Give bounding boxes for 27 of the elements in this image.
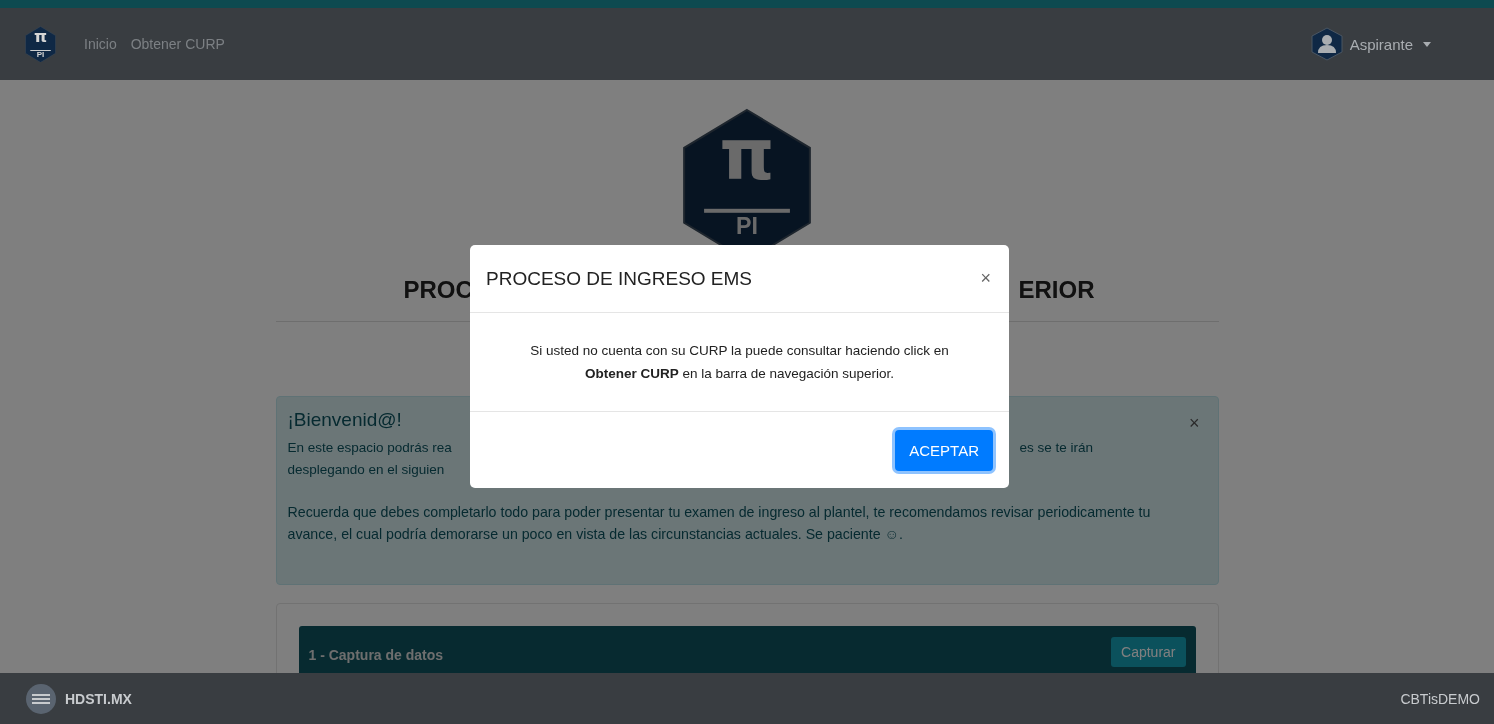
- user-menu[interactable]: Aspirante: [1309, 27, 1431, 61]
- modal-title: PROCESO DE INGRESO EMS: [486, 267, 753, 290]
- footer-brand: HDSTI.MX: [65, 690, 132, 707]
- alert-paragraph: Recuerda que debes completarlo todo para poder presentar tu examen de ingreso al plantel, te recomendamos revisar periodicamente tu avance, el cual podría demorarse un poco en vista de las circunstancias actuales. Se paciente ☺.: [287, 502, 1152, 544]
- logo-label: PI: [36, 51, 45, 59]
- page-heading: ERIOR: [1018, 275, 1095, 304]
- footer-text: CBTisDEMO: [1400, 690, 1480, 707]
- nav-link[interactable]: Inicio: [84, 36, 117, 52]
- close-button[interactable]: ×: [980, 268, 991, 289]
- alert-text: es se te irán: [1019, 438, 1094, 457]
- logo-symbol: π: [33, 28, 48, 46]
- step-title: 1 - Captura de datos: [308, 646, 444, 663]
- user-avatar-icon: [1309, 27, 1344, 61]
- alert-text: En este espacio podrás rea: [287, 438, 452, 457]
- logo-icon: [25, 25, 56, 63]
- logo-icon: [25, 682, 57, 715]
- caret-icon: [1423, 41, 1431, 47]
- logo-label: PI: [736, 214, 758, 238]
- close-button[interactable]: ×: [1189, 412, 1200, 434]
- logo-symbol: π: [719, 120, 775, 190]
- page-heading: PROC: [403, 275, 473, 304]
- accept-button[interactable]: ACEPTAR: [895, 429, 993, 471]
- modal-message: Si usted no cuenta con su CURP la puede consultar haciendo click en Obtener CURP en la barra de navegación superior.: [529, 342, 950, 383]
- alert-text: desplegando en el siguien: [287, 460, 445, 479]
- alert-title: ¡Bienvenid@!: [287, 408, 402, 431]
- nav-link[interactable]: Obtener CURP: [130, 36, 225, 52]
- capture-button[interactable]: Capturar: [1111, 636, 1186, 667]
